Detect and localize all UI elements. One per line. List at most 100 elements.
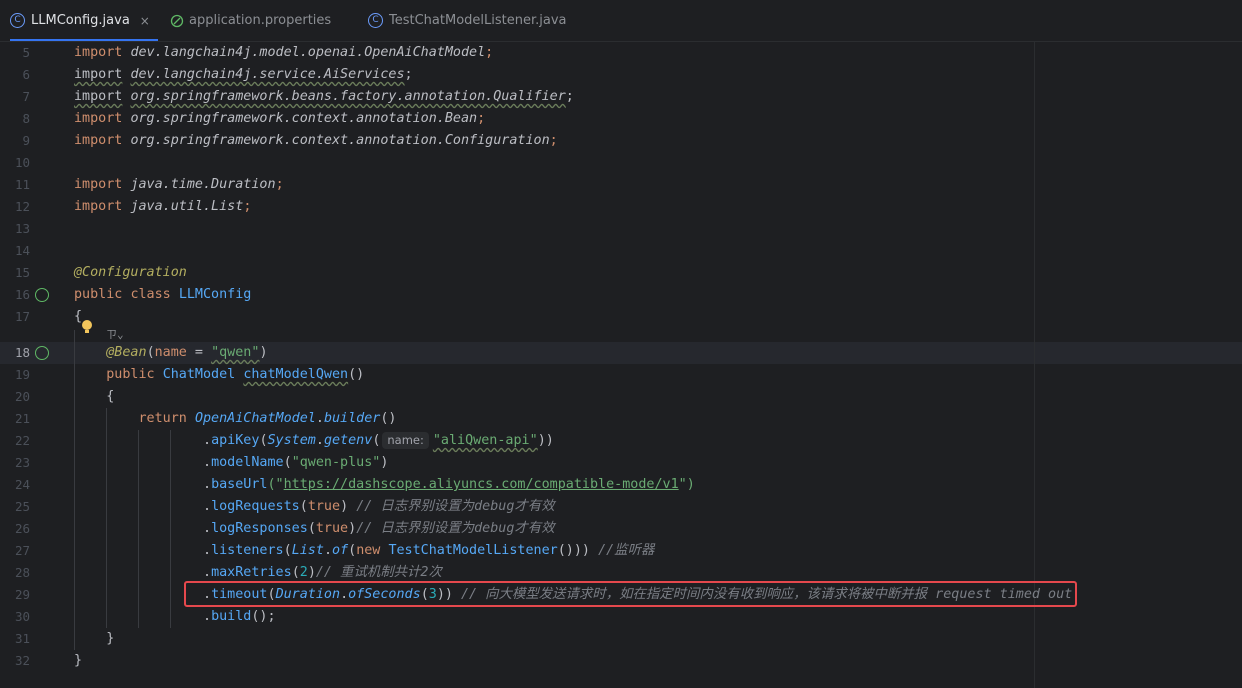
semicolon: ;	[404, 67, 413, 82]
dot: .	[203, 565, 212, 580]
editor-tab-bar: C LLMConfig.java × application.propertie…	[0, 0, 1242, 42]
code-line[interactable]: .build();	[74, 606, 276, 628]
dot: .	[203, 521, 212, 536]
dot: .	[323, 543, 332, 558]
string-literal: "qwen"	[211, 345, 260, 360]
code-line[interactable]: @Configuration	[74, 262, 187, 284]
annotation: @Bean	[106, 345, 147, 360]
keyword: import	[74, 67, 123, 82]
code-line[interactable]: import org.springframework.beans.factory…	[74, 86, 574, 108]
code-line[interactable]: {	[74, 386, 114, 408]
line-number: 23	[14, 455, 30, 470]
keyword: class	[130, 287, 171, 302]
number-literal: 2	[299, 565, 308, 580]
tab-llmconfig[interactable]: C LLMConfig.java ×	[10, 0, 158, 41]
line-number: 14	[14, 243, 30, 258]
dot: .	[203, 609, 212, 624]
paren: (	[259, 433, 268, 448]
package: java.util.List	[130, 199, 244, 214]
line-number: 29	[14, 587, 30, 602]
line-number: 6	[22, 67, 30, 82]
code-line[interactable]: .logRequests(true) // 日志界别设置为debug才有效	[74, 496, 555, 518]
code-line[interactable]: import dev.langchain4j.model.openai.Open…	[74, 42, 493, 64]
line-number: 27	[14, 543, 30, 558]
code-line[interactable]: .apiKey(System.getenv(name: "aliQwen-api"…	[74, 430, 554, 452]
ai-assistant-hint[interactable]: ㄗ⌄	[106, 326, 124, 342]
code-line[interactable]: .modelName("qwen-plus")	[74, 452, 388, 474]
code-line[interactable]: .logResponses(true)// 日志界别设置为debug才有效	[74, 518, 555, 540]
code-line[interactable]: @Bean(name = "qwen")	[74, 342, 268, 364]
spring-bean-gutter-icon[interactable]	[35, 346, 49, 360]
method-name: logRequests	[211, 499, 300, 514]
code-line[interactable]: {	[74, 306, 82, 328]
tab-application-properties[interactable]: application.properties	[170, 0, 331, 41]
code-line[interactable]: .listeners(List.of(new TestChatModelList…	[74, 540, 654, 562]
param-name: name	[154, 345, 187, 360]
line-number: 10	[14, 155, 30, 170]
code-line[interactable]: public class LLMConfig	[74, 284, 251, 306]
paren: ()	[380, 411, 397, 426]
paren: ))	[537, 433, 554, 448]
method-name: modelName	[211, 455, 284, 470]
line-number: 24	[14, 477, 30, 492]
close-icon[interactable]: ×	[140, 14, 150, 28]
semicolon: ;	[485, 45, 494, 60]
lightbulb-icon[interactable]	[82, 320, 92, 330]
brace: }	[106, 631, 115, 646]
line-number: 12	[14, 199, 30, 214]
method-name: listeners	[211, 543, 284, 558]
line-number: 17	[14, 309, 30, 324]
comment: // 重试机制共计2次	[315, 565, 442, 580]
string-literal: "qwen-plus"	[291, 455, 381, 470]
paren: ")	[678, 477, 695, 492]
annotation: @Configuration	[74, 265, 187, 280]
code-line[interactable]: import java.util.List;	[74, 196, 251, 218]
code-line[interactable]: import org.springframework.context.annot…	[74, 108, 485, 130]
paren: ();	[251, 609, 276, 624]
semicolon: ;	[275, 177, 284, 192]
method-name: builder	[323, 411, 381, 426]
line-number: 22	[14, 433, 30, 448]
dot: .	[203, 455, 212, 470]
method-name: logResponses	[211, 521, 308, 536]
code-line[interactable]: import dev.langchain4j.service.AiService…	[74, 64, 413, 86]
class-c-icon: C	[10, 13, 25, 28]
paren: )	[380, 455, 389, 470]
tab-testchatmodellistener[interactable]: C TestChatModelListener.java	[368, 0, 567, 41]
paren: (	[283, 543, 292, 558]
comment: // 日志界别设置为debug才有效	[356, 499, 555, 514]
line-number: 13	[14, 221, 30, 236]
keyword: new	[356, 543, 381, 558]
code-line[interactable]: import org.springframework.context.annot…	[74, 130, 558, 152]
line-number: 30	[14, 609, 30, 624]
comment: //监听器	[598, 543, 655, 558]
code-line[interactable]: return OpenAiChatModel.builder()	[74, 408, 397, 430]
class-name: List	[291, 543, 324, 558]
keyword: true	[307, 499, 341, 514]
keyword: return	[138, 411, 187, 426]
code-line[interactable]: }	[74, 650, 82, 672]
url-link[interactable]: https://dashscope.aliyuncs.com/compatibl…	[284, 477, 679, 492]
spring-bean-gutter-icon[interactable]	[35, 288, 49, 302]
type-name: ChatModel	[162, 367, 236, 382]
line-number: 8	[22, 111, 30, 126]
code-line[interactable]: }	[74, 628, 114, 650]
brace: {	[106, 389, 115, 404]
paren: ()))	[557, 543, 599, 558]
brace: }	[74, 653, 83, 668]
paren: )	[259, 345, 268, 360]
line-number: 7	[22, 89, 30, 104]
paren: )	[340, 499, 357, 514]
method-name: build	[211, 609, 252, 624]
paren: (	[307, 521, 316, 536]
code-line[interactable]: .baseUrl("https://dashscope.aliyuncs.com…	[74, 474, 695, 496]
code-line[interactable]: public ChatModel chatModelQwen()	[74, 364, 364, 386]
comment: // 日志界别设置为debug才有效	[356, 521, 555, 536]
line-number: 15	[14, 265, 30, 280]
code-line[interactable]: import java.time.Duration;	[74, 174, 284, 196]
keyword: import	[74, 89, 123, 104]
semicolon: ;	[565, 89, 574, 104]
equals: =	[186, 345, 212, 360]
paren: (	[283, 455, 292, 470]
paren: )	[348, 521, 357, 536]
